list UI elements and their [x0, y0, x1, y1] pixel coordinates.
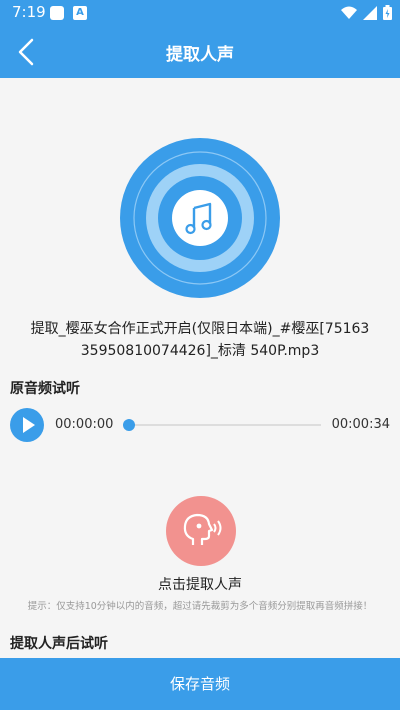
- disc-artwork: [118, 136, 282, 300]
- signal-icon: [363, 5, 377, 20]
- status-bar: 7:19 A: [0, 0, 400, 26]
- file-name: 提取_樱巫女合作正式开启(仅限日本端)_#樱巫[7516335950810074…: [30, 321, 370, 359]
- extract-voice-label: 点击提取人声: [158, 577, 242, 593]
- app-bar: 提取人声: [0, 26, 400, 78]
- progress-slider[interactable]: [123, 419, 321, 431]
- slider-thumb[interactable]: [123, 419, 135, 431]
- status-icons: [341, 5, 392, 20]
- extracted-audio-title: 提取人声后试听: [10, 636, 108, 652]
- save-audio-button[interactable]: 保存音频: [0, 658, 400, 710]
- original-audio-player: 00:00:00 00:00:34: [10, 408, 390, 442]
- extract-voice-button[interactable]: [166, 496, 236, 566]
- tip-text: 提示：仅支持10分钟以内的音频，超过请先裁剪为多个音频分别提取再音频拼接！: [27, 601, 373, 612]
- a-notification-icon: A: [73, 6, 87, 20]
- original-audio-title: 原音频试听: [10, 381, 80, 397]
- page-title: 提取人声: [166, 45, 234, 65]
- voice-extract-icon: [183, 513, 222, 545]
- play-button[interactable]: [10, 408, 44, 442]
- status-time: 7:19: [12, 3, 46, 21]
- total-time: 00:00:34: [331, 417, 390, 432]
- battery-icon: [383, 5, 392, 20]
- wifi-icon: [341, 6, 357, 19]
- current-time: 00:00:00: [55, 417, 114, 432]
- notification-square-icon: [50, 6, 64, 20]
